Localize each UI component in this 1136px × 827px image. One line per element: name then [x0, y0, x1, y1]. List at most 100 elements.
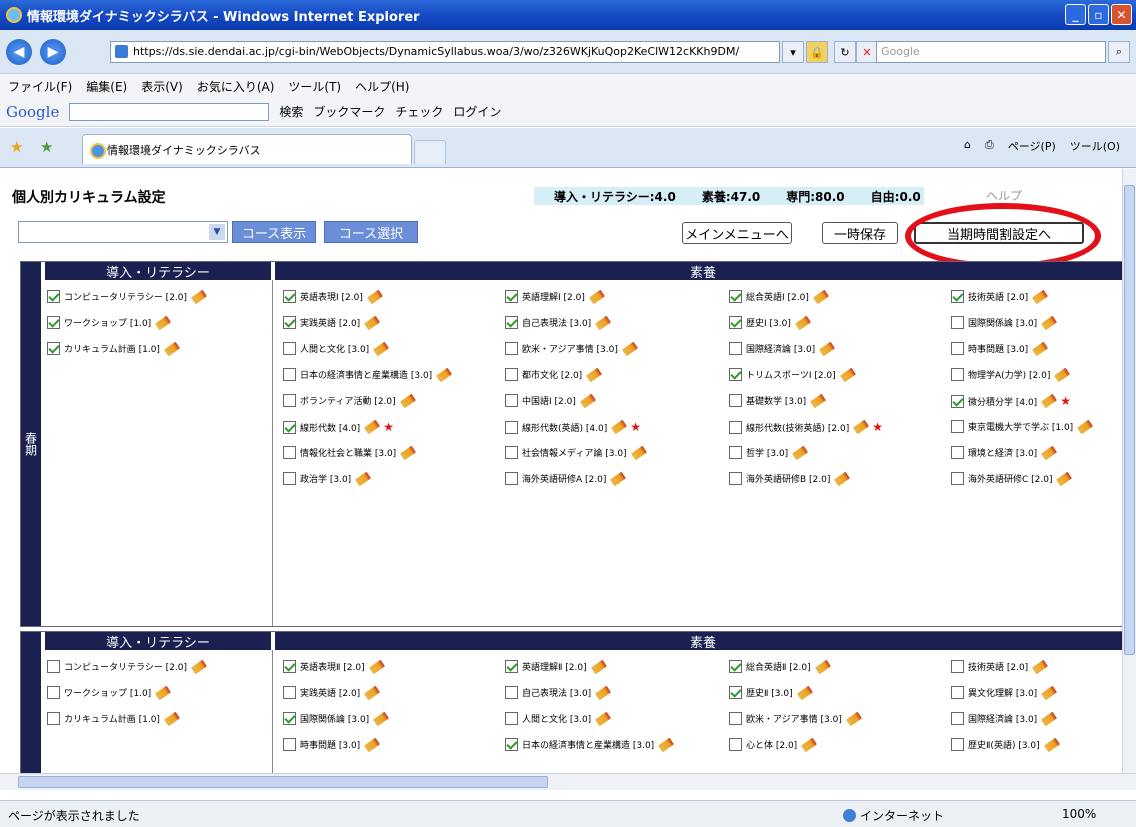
- vertical-scrollbar[interactable]: [1122, 169, 1136, 773]
- course-checkbox[interactable]: [283, 738, 296, 751]
- pencil-icon[interactable]: [368, 659, 385, 674]
- pencil-icon[interactable]: [792, 445, 809, 460]
- pencil-icon[interactable]: [163, 341, 180, 356]
- pencil-icon[interactable]: [436, 367, 453, 382]
- course-checkbox[interactable]: [951, 472, 964, 485]
- menu-edit[interactable]: 編集(E): [86, 78, 127, 95]
- pencil-icon[interactable]: [839, 367, 856, 382]
- pencil-icon[interactable]: [621, 341, 638, 356]
- course-checkbox[interactable]: [729, 712, 742, 725]
- pencil-icon[interactable]: [400, 445, 417, 460]
- pencil-icon[interactable]: [355, 471, 372, 486]
- course-checkbox[interactable]: [505, 738, 518, 751]
- pencil-icon[interactable]: [1041, 393, 1058, 409]
- pencil-icon[interactable]: [373, 341, 390, 356]
- search-icon[interactable]: ⌕: [1108, 41, 1130, 63]
- pencil-icon[interactable]: [819, 341, 836, 356]
- home-icon[interactable]: ⌂: [964, 138, 971, 154]
- course-checkbox[interactable]: [729, 420, 742, 434]
- course-checkbox[interactable]: [951, 660, 964, 673]
- scroll-thumb[interactable]: [1124, 185, 1135, 655]
- course-checkbox[interactable]: [505, 316, 518, 329]
- course-checkbox[interactable]: [283, 446, 296, 459]
- course-checkbox[interactable]: [951, 686, 964, 699]
- course-checkbox[interactable]: [951, 394, 964, 408]
- menu-view[interactable]: 表示(V): [141, 78, 183, 95]
- tools-menu[interactable]: ツール(O): [1070, 138, 1120, 154]
- course-checkbox[interactable]: [505, 368, 518, 381]
- pencil-icon[interactable]: [853, 419, 870, 435]
- pencil-icon[interactable]: [1077, 419, 1094, 434]
- course-checkbox[interactable]: [505, 446, 518, 459]
- pencil-icon[interactable]: [1041, 685, 1058, 700]
- pencil-icon[interactable]: [1032, 289, 1049, 304]
- course-checkbox[interactable]: [505, 686, 518, 699]
- course-checkbox[interactable]: [729, 342, 742, 355]
- pencil-icon[interactable]: [366, 289, 383, 304]
- pencil-icon[interactable]: [796, 685, 813, 700]
- course-checkbox[interactable]: [951, 738, 964, 751]
- pencil-icon[interactable]: [814, 659, 831, 674]
- pencil-icon[interactable]: [630, 445, 647, 460]
- pencil-icon[interactable]: [155, 685, 172, 700]
- pencil-icon[interactable]: [845, 711, 862, 726]
- pencil-icon[interactable]: [399, 393, 416, 408]
- course-checkbox[interactable]: [283, 316, 296, 329]
- pencil-icon[interactable]: [595, 685, 612, 700]
- pencil-icon[interactable]: [579, 393, 596, 408]
- course-checkbox[interactable]: [729, 738, 742, 751]
- help-link[interactable]: ヘルプ: [986, 187, 1022, 204]
- page-menu[interactable]: ページ(P): [1008, 138, 1056, 154]
- stop-icon[interactable]: ✕: [856, 41, 878, 63]
- pencil-icon[interactable]: [588, 289, 605, 304]
- pencil-icon[interactable]: [364, 315, 381, 330]
- menu-file[interactable]: ファイル(F): [8, 78, 72, 95]
- course-checkbox[interactable]: [283, 394, 296, 407]
- course-checkbox[interactable]: [951, 446, 964, 459]
- course-checkbox[interactable]: [283, 420, 296, 434]
- pencil-icon[interactable]: [834, 471, 851, 486]
- course-checkbox[interactable]: [729, 472, 742, 485]
- course-checkbox[interactable]: [951, 368, 964, 381]
- pencil-icon[interactable]: [611, 419, 628, 435]
- refresh-icon[interactable]: ↻: [834, 41, 856, 63]
- close-button[interactable]: ✕: [1111, 4, 1132, 25]
- course-checkbox[interactable]: [951, 420, 964, 433]
- check-button[interactable]: チェック: [395, 103, 443, 120]
- course-checkbox[interactable]: [729, 368, 742, 381]
- pencil-icon[interactable]: [373, 711, 390, 726]
- tab-current[interactable]: 情報環境ダイナミックシラバス: [82, 134, 412, 164]
- pencil-icon[interactable]: [364, 737, 381, 752]
- login-button[interactable]: ログイン: [453, 103, 501, 120]
- course-checkbox[interactable]: [951, 342, 964, 355]
- favorites-star-icon[interactable]: ★: [10, 138, 23, 156]
- pencil-icon[interactable]: [1041, 315, 1058, 330]
- course-checkbox[interactable]: [505, 290, 518, 303]
- pencil-icon[interactable]: [191, 289, 208, 304]
- pencil-icon[interactable]: [1056, 471, 1073, 486]
- course-checkbox[interactable]: [283, 686, 296, 699]
- course-checkbox[interactable]: [283, 290, 296, 303]
- print-icon[interactable]: ⎙: [985, 138, 994, 154]
- pencil-icon[interactable]: [364, 419, 381, 435]
- course-checkbox[interactable]: [505, 420, 518, 434]
- pencil-icon[interactable]: [191, 659, 208, 674]
- maximize-button[interactable]: ▫: [1088, 4, 1109, 25]
- course-checkbox[interactable]: [283, 472, 296, 485]
- menu-tools[interactable]: ツール(T): [288, 78, 341, 95]
- pencil-icon[interactable]: [658, 737, 675, 752]
- pencil-icon[interactable]: [1041, 711, 1058, 726]
- pencil-icon[interactable]: [595, 315, 612, 330]
- course-checkbox[interactable]: [47, 712, 60, 725]
- course-checkbox[interactable]: [47, 660, 60, 673]
- course-checkbox[interactable]: [951, 290, 964, 303]
- pencil-icon[interactable]: [810, 393, 827, 408]
- menu-favorites[interactable]: お気に入り(A): [197, 78, 275, 95]
- pencil-icon[interactable]: [364, 685, 381, 700]
- bookmarks-button[interactable]: ブックマーク: [313, 103, 385, 120]
- course-checkbox[interactable]: [47, 316, 60, 329]
- course-checkbox[interactable]: [505, 394, 518, 407]
- course-checkbox[interactable]: [729, 316, 742, 329]
- horizontal-scrollbar[interactable]: [0, 773, 1136, 790]
- course-checkbox[interactable]: [283, 660, 296, 673]
